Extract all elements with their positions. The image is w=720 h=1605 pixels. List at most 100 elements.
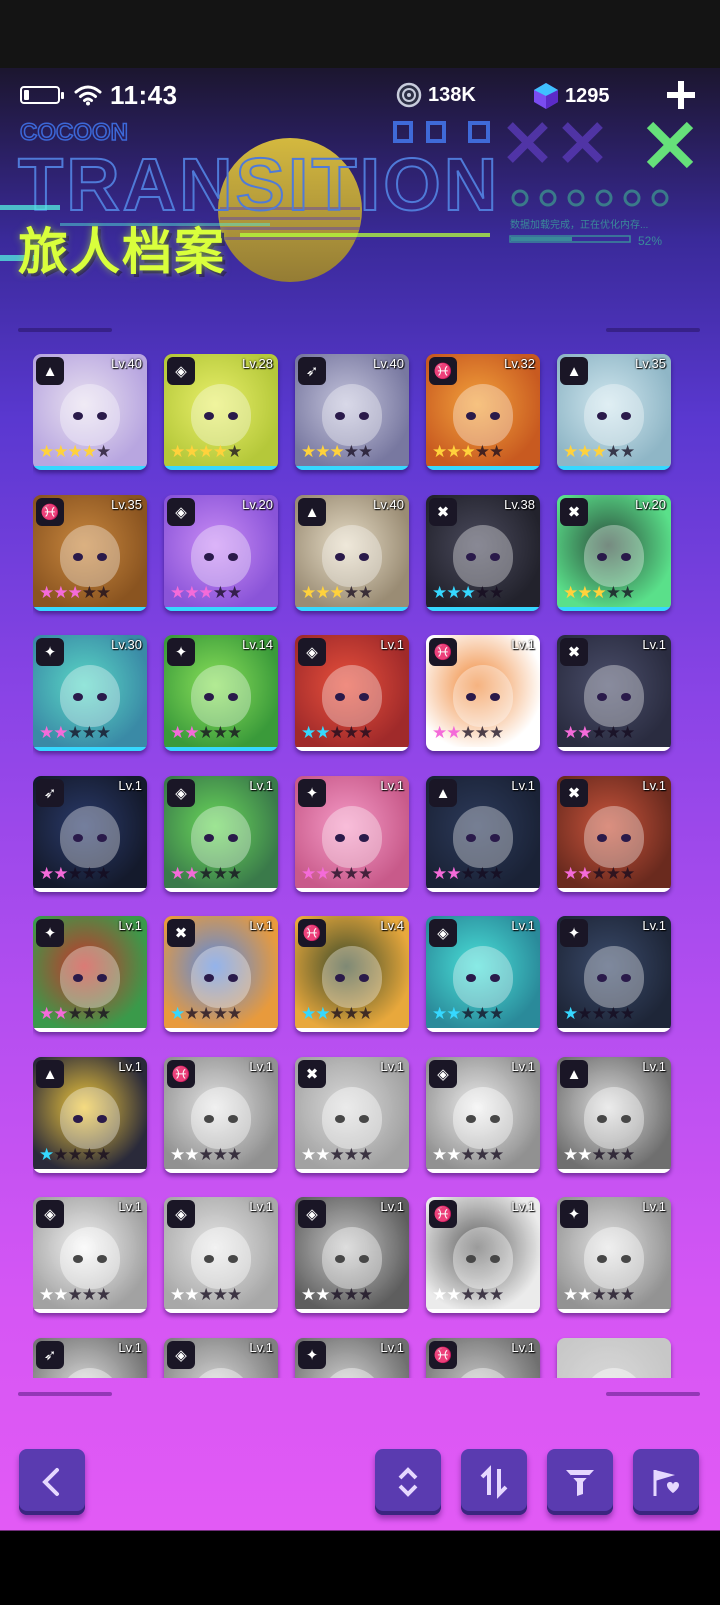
character-card[interactable]: ♓Lv.1★★★★★ (426, 1197, 540, 1313)
rarity-edge (33, 747, 147, 751)
star-empty-icon: ★ (329, 1285, 345, 1305)
character-card[interactable]: ✖ Lv.20 ★★★★★ (557, 495, 671, 611)
star-rating: ★★★★★ (39, 1285, 111, 1305)
character-card[interactable]: ✦Lv.1★★★★★ (295, 1338, 409, 1378)
character-card[interactable]: ♓Lv.1★★★★★ (426, 1338, 540, 1378)
character-card[interactable]: ✦ Lv.14 ★★★★★ (164, 635, 278, 751)
divider-bottom-left (18, 1392, 112, 1396)
right-eye (621, 1255, 631, 1263)
character-face (584, 946, 644, 1008)
character-card[interactable]: ◈Lv.1★★★★★ (164, 776, 278, 892)
star-empty-icon: ★ (343, 1285, 359, 1305)
status-bar: 11:43 (20, 80, 178, 110)
sort-button[interactable] (461, 1449, 527, 1515)
rarity-edge (295, 1028, 409, 1032)
character-card[interactable]: ◈Lv.1★★★★★ (164, 1338, 278, 1378)
character-card[interactable] (557, 1338, 671, 1378)
character-card[interactable]: ◈ Lv.28 ★★★★★ (164, 354, 278, 470)
right-eye (228, 834, 238, 842)
character-grid[interactable]: ▲ Lv.40 ★★★★★ ◈ Lv.28 ★★★★★ ➶ Lv.40 ★★★★★ ♓ Lv.32 ★… (33, 354, 687, 1378)
character-card[interactable]: ▲ Lv.40 ★★★★★ (295, 495, 409, 611)
character-card[interactable]: ▲ Lv.1 ★★★★★ (557, 1057, 671, 1173)
star-rating: ★★★★★ (432, 1285, 504, 1305)
character-card[interactable]: ✖ Lv.1 ★★★★★ (164, 916, 278, 1032)
character-face (453, 1087, 513, 1149)
character-card[interactable]: ◈Lv.1★★★★★ (426, 916, 540, 1032)
expand-collapse-button[interactable] (375, 1449, 441, 1515)
star-empty-icon: ★ (489, 583, 504, 603)
character-card[interactable]: ✖ Lv.1 ★★★★★ (557, 776, 671, 892)
class-archer-icon: ➶ (36, 1341, 64, 1369)
character-card[interactable]: ♓ Lv.35 ★★★★★ (33, 495, 147, 611)
character-card[interactable]: ▲ Lv.1 ★★★★★ (426, 776, 540, 892)
add-currency-icon[interactable] (664, 78, 698, 112)
left-eye (597, 553, 607, 561)
star-filled-icon: ★ (591, 583, 607, 603)
character-card[interactable]: ✦ Lv.30 ★★★★★ (33, 635, 147, 751)
character-level: Lv.40 (373, 497, 404, 512)
character-card[interactable]: ◈Lv.1★★★★★ (33, 1197, 147, 1313)
character-level: Lv.1 (380, 1059, 404, 1074)
coin-counter[interactable]: 138K (396, 82, 476, 108)
character-card[interactable]: ◈Lv.1★★★★★ (295, 635, 409, 751)
class-assassin-icon: ✖ (429, 498, 457, 526)
star-empty-icon: ★ (81, 864, 97, 884)
character-face (453, 665, 513, 727)
character-card[interactable]: ▲ Lv.1 ★★★★★ (33, 1057, 147, 1173)
character-card[interactable]: ◈Lv.1★★★★★ (164, 1197, 278, 1313)
class-assassin-icon: ✖ (298, 1060, 326, 1088)
character-face (584, 1227, 644, 1289)
star-filled-icon: ★ (170, 1004, 185, 1024)
star-filled-icon: ★ (315, 1285, 330, 1305)
left-eye (204, 412, 214, 420)
gem-counter[interactable]: 1295 (533, 82, 610, 110)
back-button[interactable] (19, 1449, 85, 1515)
favorite-button[interactable] (633, 1449, 699, 1515)
character-card[interactable]: ✦Lv.1★★★★★ (557, 916, 671, 1032)
character-card[interactable]: ♓ Lv.4 ★★★★★ (295, 916, 409, 1032)
rarity-edge (426, 1028, 540, 1032)
sort-arrows-icon (480, 1465, 508, 1499)
character-face (584, 1368, 644, 1378)
rarity-edge (295, 888, 409, 892)
character-card[interactable]: ✖ Lv.1 ★★★★★ (295, 1057, 409, 1173)
character-card[interactable]: ✖ Lv.38 ★★★★★ (426, 495, 540, 611)
rarity-edge (295, 1309, 409, 1313)
star-empty-icon: ★ (184, 1004, 199, 1024)
character-card[interactable]: ◈Lv.1★★★★★ (295, 1197, 409, 1313)
star-empty-icon: ★ (577, 1004, 592, 1024)
class-tank-icon: ♓ (167, 1060, 195, 1088)
character-card[interactable]: ♓ Lv.32 ★★★★★ (426, 354, 540, 470)
left-eye (466, 412, 476, 420)
star-filled-icon: ★ (432, 1145, 447, 1165)
character-face (191, 946, 251, 1008)
star-empty-icon: ★ (212, 1145, 228, 1165)
character-card[interactable]: ▲ Lv.40 ★★★★★ (33, 354, 147, 470)
star-rating: ★★★★★ (170, 1004, 242, 1024)
rarity-edge (426, 888, 540, 892)
rarity-edge (557, 747, 671, 751)
star-empty-icon: ★ (489, 723, 504, 743)
character-card[interactable]: ➶Lv.1★★★★★ (33, 1338, 147, 1378)
character-card[interactable]: ➶ Lv.40 ★★★★★ (295, 354, 409, 470)
star-empty-icon: ★ (96, 1285, 111, 1305)
character-card[interactable]: ➶Lv.1★★★★★ (33, 776, 147, 892)
character-level: Lv.1 (118, 918, 142, 933)
character-card[interactable]: ✦Lv.1★★★★★ (295, 776, 409, 892)
character-level: Lv.1 (511, 637, 535, 652)
left-eye (204, 693, 214, 701)
character-card[interactable]: ✦Lv.1★★★★★ (33, 916, 147, 1032)
right-eye (97, 553, 107, 561)
character-card[interactable]: ▲ Lv.35 ★★★★★ (557, 354, 671, 470)
character-card[interactable]: ◈Lv.1★★★★★ (426, 1057, 540, 1173)
star-rating: ★★★★★ (170, 1285, 242, 1305)
character-card[interactable]: ✦Lv.1★★★★★ (557, 1197, 671, 1313)
character-card[interactable]: ♓Lv.1★★★★★ (164, 1057, 278, 1173)
star-empty-icon: ★ (343, 1145, 359, 1165)
character-level: Lv.1 (642, 637, 666, 652)
character-card[interactable]: ♓Lv.1★★★★★ (426, 635, 540, 751)
right-eye (621, 974, 631, 982)
character-card[interactable]: ◈ Lv.20 ★★★★★ (164, 495, 278, 611)
filter-button[interactable] (547, 1449, 613, 1515)
character-card[interactable]: ✖ Lv.1 ★★★★★ (557, 635, 671, 751)
